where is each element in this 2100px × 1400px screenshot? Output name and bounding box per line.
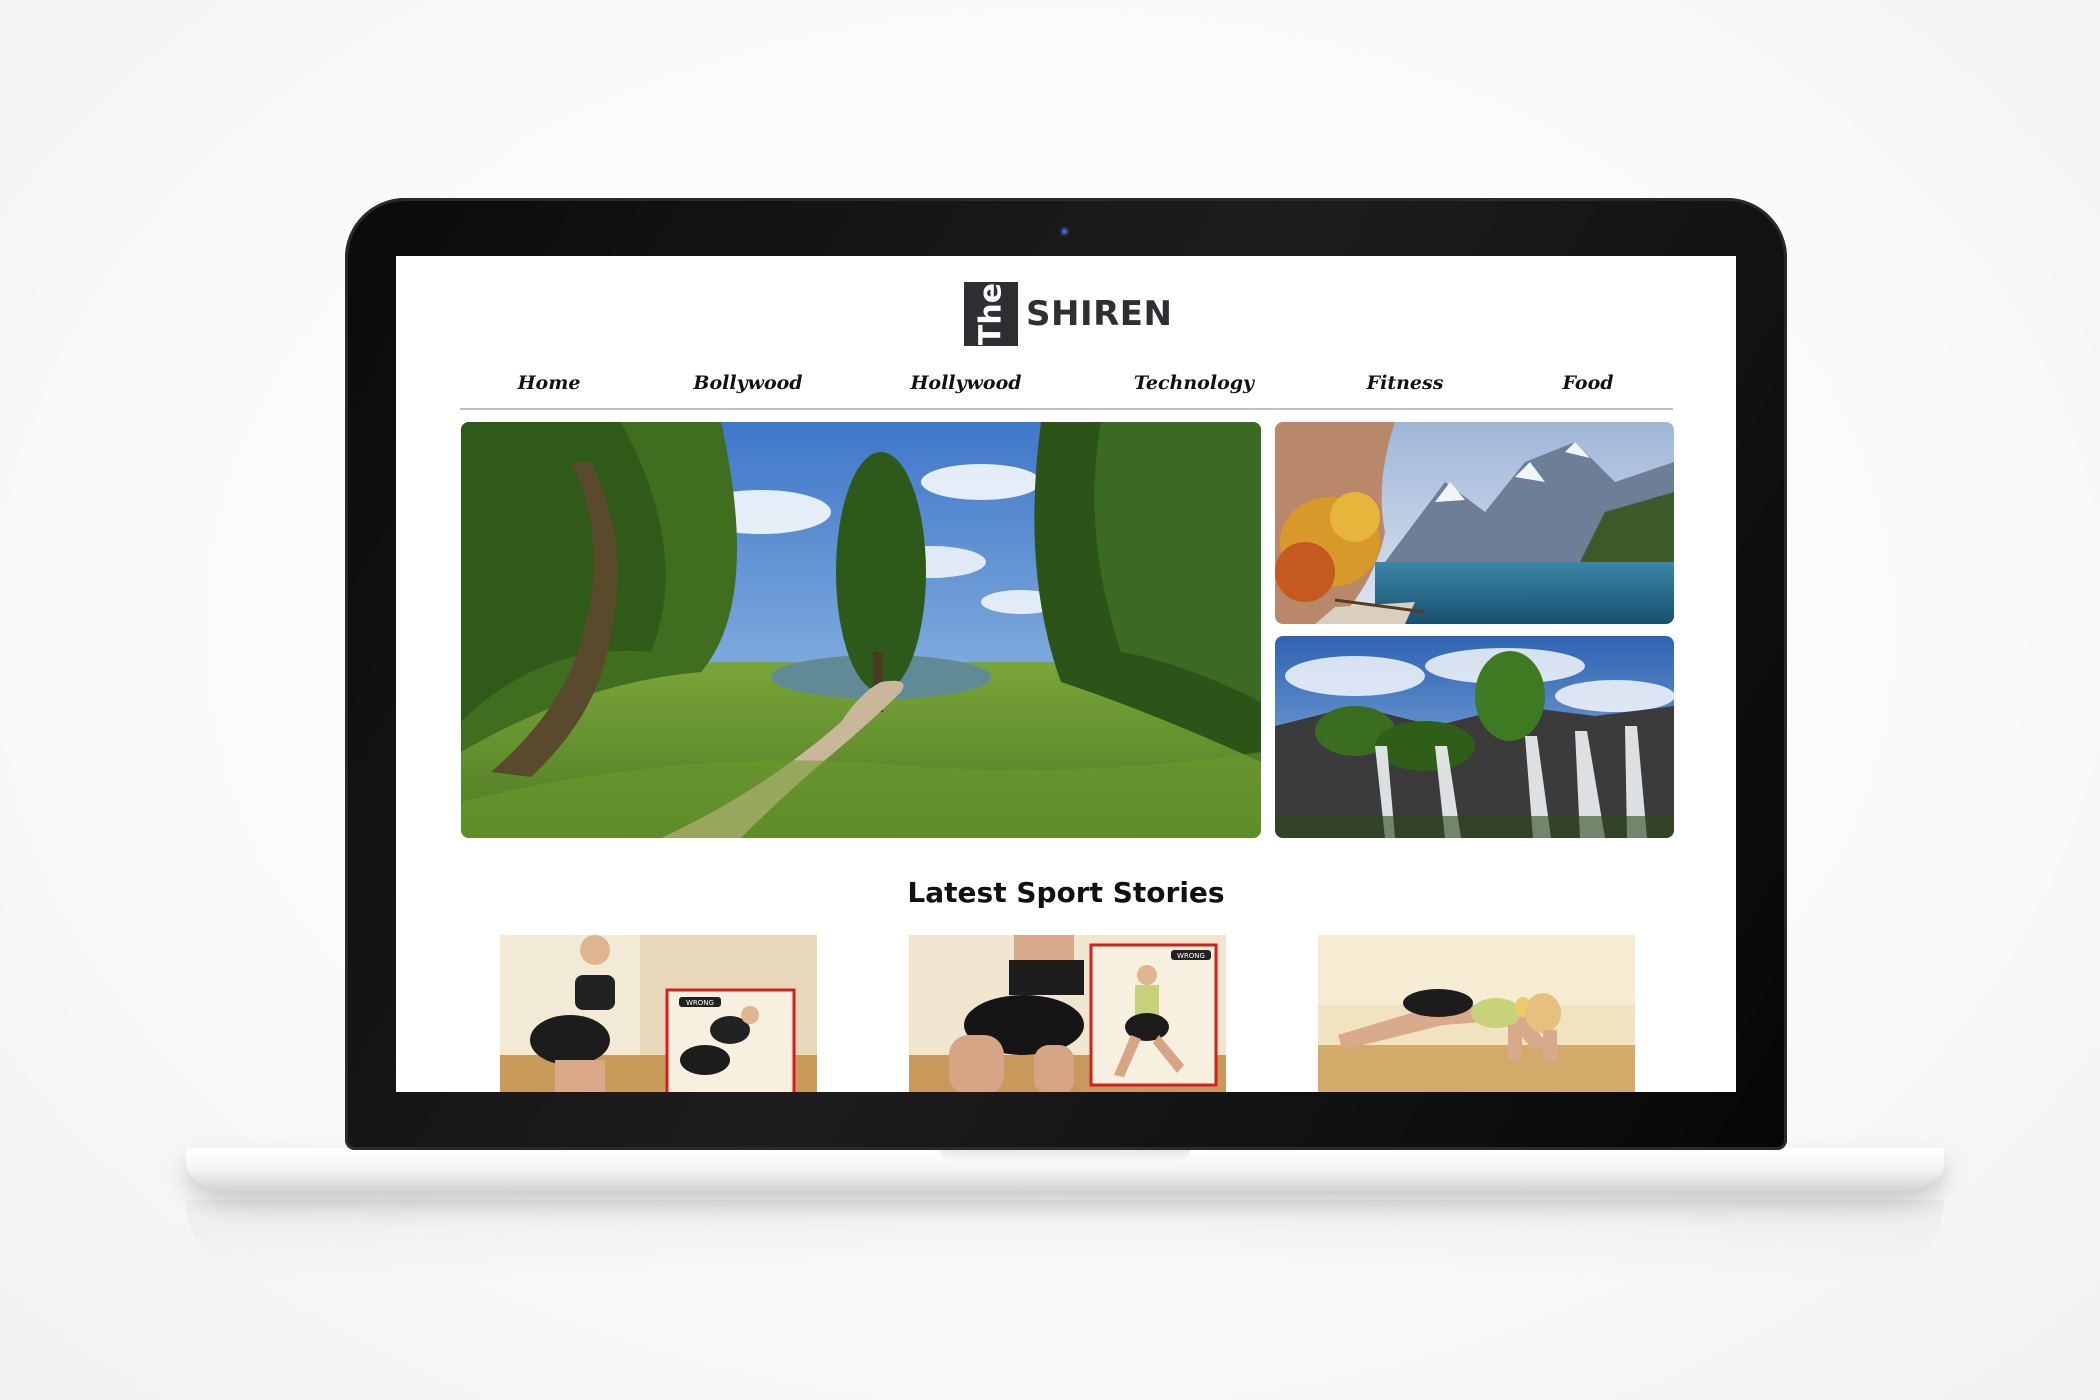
- latest-stories-title: Latest Sport Stories: [907, 876, 1225, 909]
- logo-name: SHIREN: [1026, 294, 1173, 334]
- laptop-reflection: [186, 1200, 1944, 1280]
- nav-item-technology[interactable]: Technology: [1134, 372, 1254, 394]
- nav-item-bollywood[interactable]: Bollywood: [693, 372, 802, 394]
- story-badge-wrong: WRONG: [686, 999, 714, 1007]
- laptop-base-notch: [940, 1148, 1190, 1162]
- nav-item-fitness[interactable]: Fitness: [1367, 372, 1444, 394]
- site-logo[interactable]: The SHIREN: [964, 282, 1172, 346]
- featured-main-image[interactable]: [461, 422, 1261, 838]
- nav-item-hollywood[interactable]: Hollywood: [910, 372, 1021, 394]
- featured-side-image-mountain-lake[interactable]: [1275, 422, 1674, 624]
- featured-side-image-waterfall[interactable]: [1275, 636, 1674, 838]
- webcam-icon: [1062, 229, 1067, 234]
- story-card-squat[interactable]: WRONG: [500, 935, 817, 1092]
- logo-badge-text: The: [973, 282, 1009, 346]
- browser-screen: The SHIREN Home Bollywood Hollywood Tech…: [396, 256, 1736, 1092]
- story-badge-wrong: WRONG: [1177, 952, 1205, 960]
- story-card-pushup[interactable]: [1318, 935, 1635, 1092]
- nav-item-home[interactable]: Home: [518, 372, 581, 394]
- mockup-stage: The SHIREN Home Bollywood Hollywood Tech…: [0, 0, 2100, 1400]
- main-nav: Home Bollywood Hollywood Technology Fitn…: [460, 366, 1673, 410]
- story-card-lunge[interactable]: WRONG: [909, 935, 1226, 1092]
- nav-item-food[interactable]: Food: [1562, 372, 1613, 394]
- logo-badge: The: [964, 282, 1018, 346]
